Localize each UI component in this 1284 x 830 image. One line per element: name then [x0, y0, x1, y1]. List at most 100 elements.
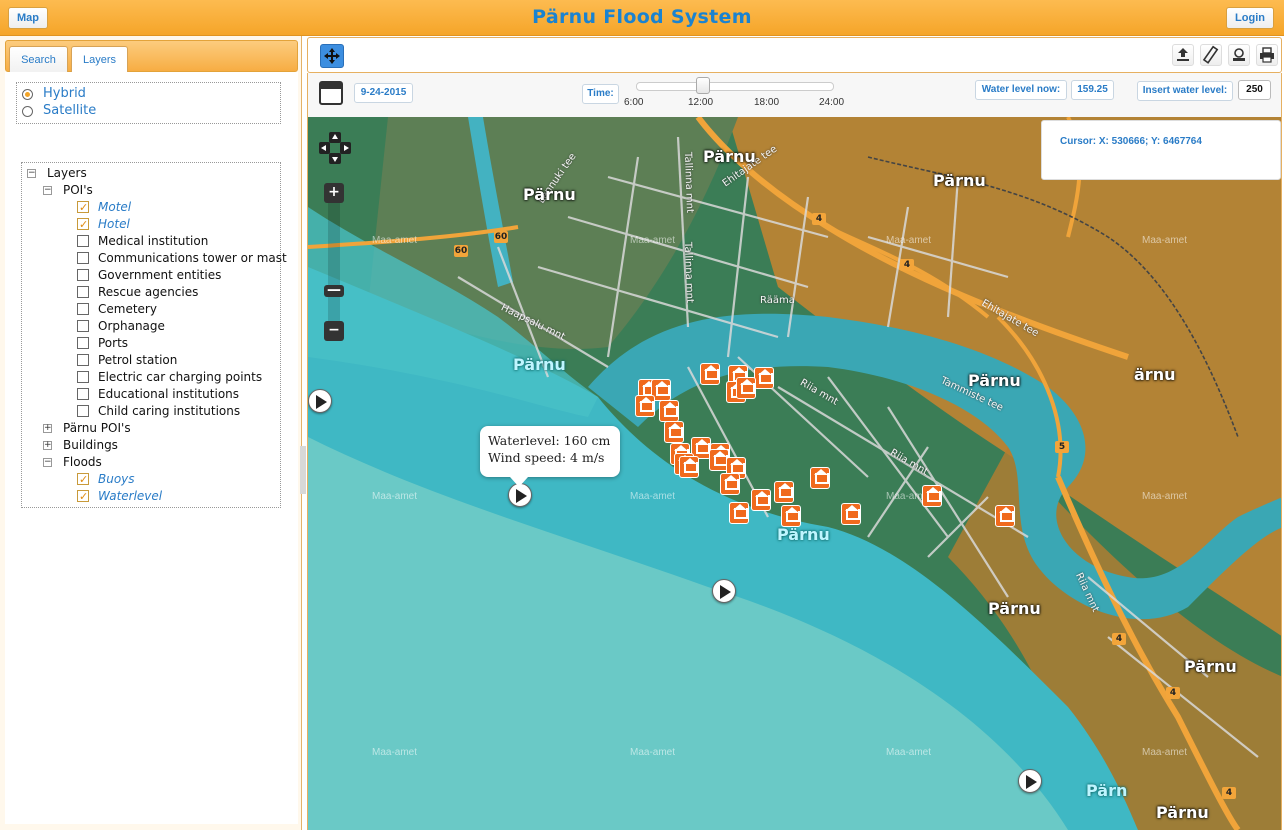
tab-search[interactable]: Search	[9, 46, 68, 73]
place-label: ärnu	[1134, 365, 1176, 384]
layer-checkbox[interactable]	[77, 354, 89, 366]
place-label: Pärnu	[513, 355, 566, 374]
layer-label: Communications tower or mast	[98, 251, 287, 265]
hotel-marker[interactable]	[664, 421, 684, 443]
tab-layers[interactable]: Layers	[71, 46, 128, 73]
ruler-icon	[1202, 45, 1219, 64]
print-icon	[1260, 47, 1274, 63]
collapse-icon[interactable]: −	[43, 186, 52, 195]
layer-checkbox[interactable]	[77, 235, 89, 247]
road-label: Tallinna mnt	[681, 151, 696, 214]
layer-checkbox[interactable]	[77, 320, 89, 332]
layer-checkbox[interactable]	[77, 269, 89, 281]
buoy-marker[interactable]	[1018, 769, 1042, 793]
expand-icon[interactable]: +	[43, 441, 52, 450]
hotel-marker[interactable]	[679, 456, 699, 478]
layer-label: Government entities	[98, 268, 222, 282]
hotel-marker[interactable]	[841, 503, 861, 525]
buoy-marker[interactable]	[712, 579, 736, 603]
layer-checkbox[interactable]	[77, 216, 89, 233]
date-field[interactable]: 9-24-2015	[354, 83, 413, 103]
pan-button[interactable]	[320, 44, 344, 68]
route-shield: 60	[494, 231, 508, 243]
login-button[interactable]: Login	[1226, 7, 1274, 29]
basemap-selector: Hybrid Satellite	[16, 82, 281, 124]
zoom-slider-track[interactable]	[328, 203, 340, 327]
hotel-marker[interactable]	[729, 502, 749, 524]
app-title: Pärnu Flood System	[532, 6, 752, 28]
map-view[interactable]: Maa-amet Maa-amet Maa-amet Maa-amet Maa-…	[307, 117, 1282, 830]
print-button[interactable]	[1256, 44, 1278, 66]
place-label: Pärnu	[777, 525, 830, 544]
layer-checkbox[interactable]	[77, 388, 89, 400]
basemap-label: Hybrid	[43, 86, 86, 101]
hotel-marker[interactable]	[810, 467, 830, 489]
calendar-icon[interactable]	[319, 81, 343, 105]
hotel-marker[interactable]	[751, 489, 771, 511]
tree-label: Pärnu POI's	[63, 421, 131, 435]
route-shield: 60	[454, 245, 468, 257]
watermark: Maa-amet	[886, 747, 932, 758]
layer-checkbox[interactable]	[77, 303, 89, 315]
layer-label: Medical institution	[98, 234, 209, 248]
layer-label: Educational institutions	[98, 387, 240, 401]
layer-label: Cemetery	[98, 302, 157, 316]
time-slider-handle[interactable]	[696, 77, 710, 94]
hotel-marker[interactable]	[774, 481, 794, 503]
layer-checkbox[interactable]	[77, 405, 89, 417]
radio-hybrid[interactable]	[22, 89, 33, 100]
layer-checkbox[interactable]	[77, 488, 89, 505]
insert-water-level-input[interactable]: 250	[1238, 80, 1271, 100]
hotel-marker[interactable]	[781, 505, 801, 527]
map-toolbar	[307, 37, 1282, 73]
layer-label: Waterlevel	[98, 489, 163, 503]
upload-button[interactable]	[1172, 44, 1194, 66]
place-label: Pärnu	[968, 371, 1021, 390]
stamp-button[interactable]	[1228, 44, 1250, 66]
sidebar-tabs: Search Layers	[5, 40, 298, 73]
zoom-slider-handle[interactable]: —	[324, 283, 344, 297]
hotel-marker[interactable]	[720, 473, 740, 495]
layer-label: Orphanage	[98, 319, 165, 333]
layer-checkbox[interactable]	[77, 252, 89, 264]
collapse-icon[interactable]: −	[27, 169, 36, 178]
layer-checkbox[interactable]	[77, 199, 89, 216]
zoom-in-button[interactable]: +	[324, 183, 344, 203]
layer-label: Petrol station	[98, 353, 178, 367]
hotel-marker[interactable]	[635, 395, 655, 417]
place-label: Pärn	[1086, 781, 1128, 800]
tick-label: 18:00	[754, 97, 780, 108]
radio-satellite[interactable]	[22, 106, 33, 117]
tick-label: 12:00	[688, 97, 714, 108]
route-shield: 4	[1222, 787, 1236, 799]
hotel-marker[interactable]	[754, 367, 774, 389]
watermark: Maa-amet	[372, 747, 418, 758]
buoy-marker[interactable]	[308, 389, 332, 413]
watermark: Maa-amet	[372, 235, 418, 246]
map-basemap	[308, 117, 1281, 830]
hotel-marker[interactable]	[995, 505, 1015, 527]
pan-control[interactable]	[318, 131, 352, 165]
layer-checkbox[interactable]	[77, 337, 89, 349]
panel-splitter[interactable]	[300, 446, 306, 494]
tree-label: Layers	[47, 166, 87, 180]
cursor-coordinates-panel: Cursor: X: 530666; Y: 6467764	[1041, 120, 1281, 180]
watermark: Maa-amet	[630, 747, 676, 758]
hotel-marker[interactable]	[700, 363, 720, 385]
collapse-icon[interactable]: −	[43, 458, 52, 467]
place-label: Pärnu	[988, 599, 1041, 618]
measure-button[interactable]	[1200, 44, 1222, 66]
expand-icon[interactable]: +	[43, 424, 52, 433]
hotel-marker[interactable]	[922, 485, 942, 507]
place-label: Pärnu	[933, 171, 986, 190]
zoom-out-button[interactable]: −	[324, 321, 344, 341]
tree-label: Floods	[63, 455, 102, 469]
hotel-marker[interactable]	[659, 400, 679, 422]
pan-arrows-icon	[319, 132, 351, 164]
time-slider[interactable]	[636, 82, 834, 91]
layer-checkbox[interactable]	[77, 471, 89, 488]
tick-label: 24:00	[819, 97, 845, 108]
layer-checkbox[interactable]	[77, 286, 89, 298]
hotel-marker[interactable]	[736, 377, 756, 399]
layer-checkbox[interactable]	[77, 371, 89, 383]
